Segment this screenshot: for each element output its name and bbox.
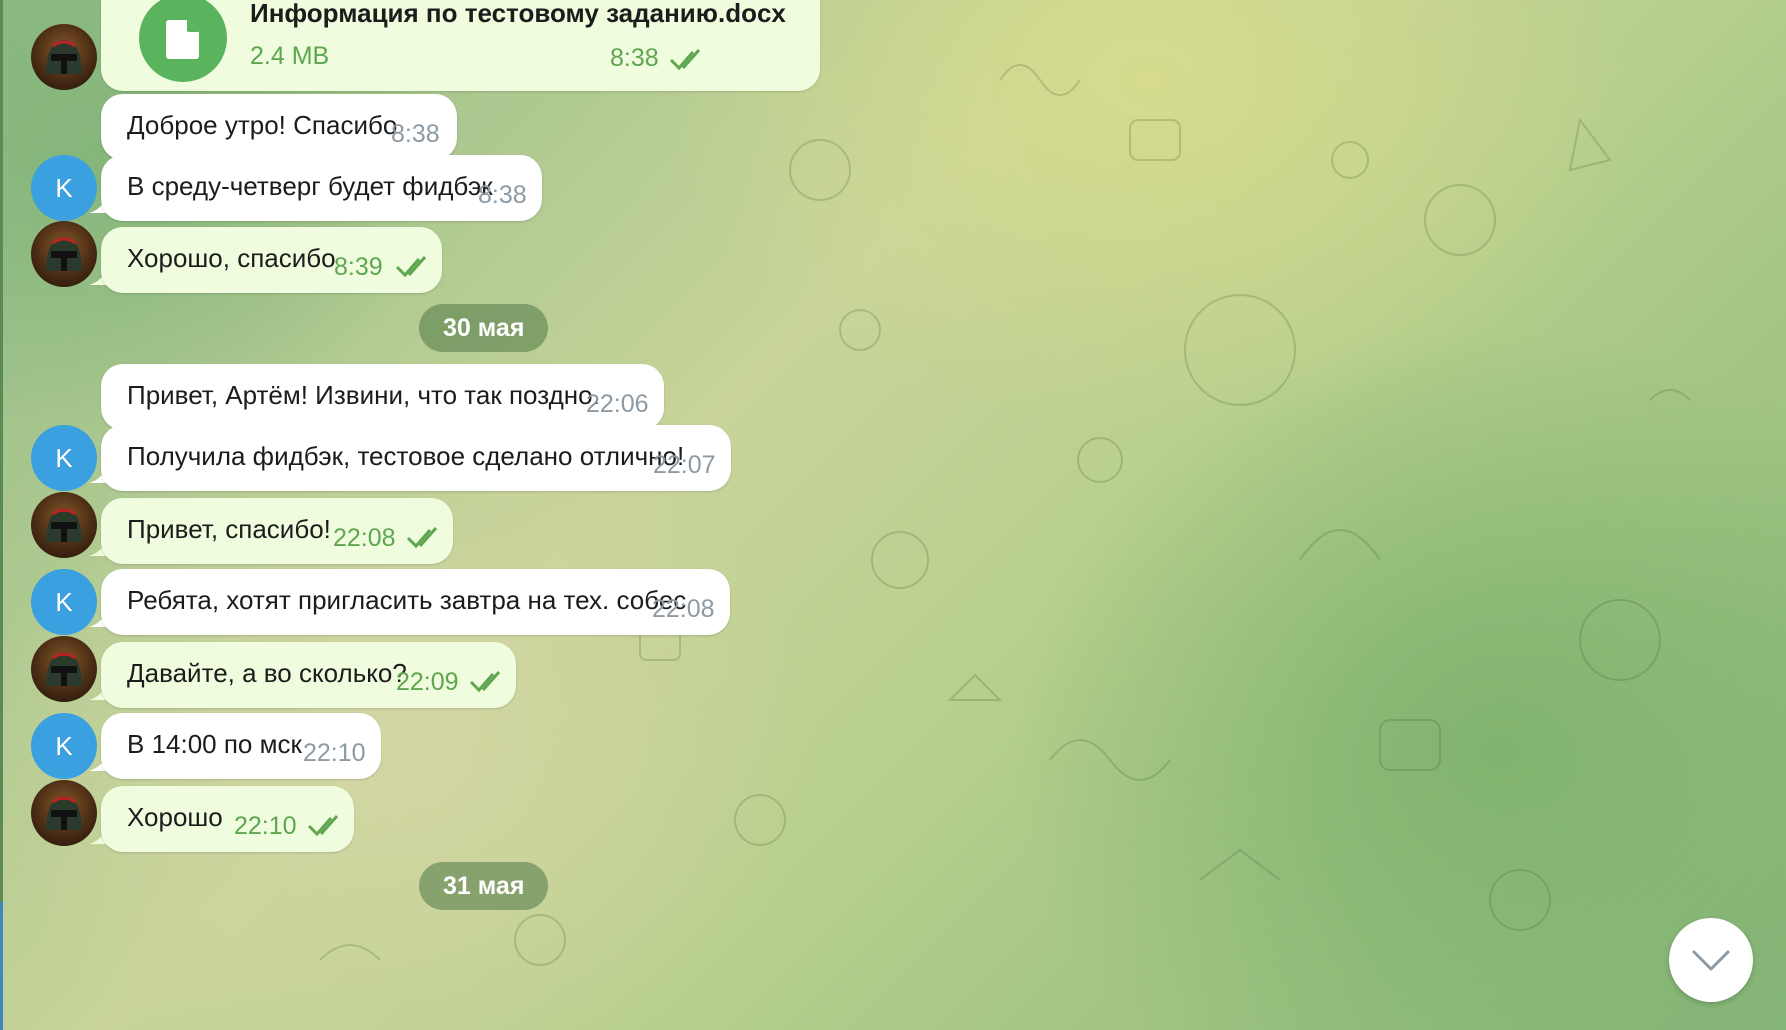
message-time: 8:39 xyxy=(334,253,383,281)
message-text: Ребята, хотят пригласить завтра на тех. … xyxy=(127,585,687,615)
avatar-letter: K xyxy=(55,730,73,761)
helmet-icon xyxy=(46,40,82,74)
message-time: 22:07 xyxy=(653,451,716,479)
date-separator: 31 мая xyxy=(419,862,549,910)
message-bubble-outgoing[interactable]: Давайте, а во сколько? 22:09 xyxy=(101,642,516,708)
message-bubble-incoming[interactable]: Получила фидбэк, тестовое сделано отличн… xyxy=(101,425,731,491)
message-text: Хорошо xyxy=(127,802,223,832)
double-check-icon xyxy=(469,671,501,693)
double-check-icon xyxy=(406,527,438,549)
message-text: В 14:00 по мск xyxy=(127,729,302,759)
message-time: 22:10 xyxy=(234,812,297,840)
double-check-icon xyxy=(307,815,339,837)
message-bubble-outgoing[interactable]: Хорошо, спасибо 8:39 xyxy=(101,227,442,293)
contact-avatar[interactable]: K xyxy=(31,155,97,221)
avatar-letter: K xyxy=(55,586,73,617)
message-bubble-outgoing[interactable]: Привет, спасибо! 22:08 xyxy=(101,498,453,564)
message-time: 8:38 xyxy=(391,120,440,148)
scroll-to-bottom-button[interactable] xyxy=(1669,918,1753,1002)
selection-indicator xyxy=(0,902,3,1030)
message-time: 22:06 xyxy=(586,390,649,418)
message-time: 22:08 xyxy=(333,524,396,552)
my-avatar[interactable] xyxy=(31,221,97,287)
my-avatar[interactable] xyxy=(31,636,97,702)
helmet-icon xyxy=(46,237,82,271)
message-text: Доброе утро! Спасибо xyxy=(127,110,398,140)
message-time: 22:08 xyxy=(652,595,715,623)
message-time: 8:38 xyxy=(610,44,659,72)
message-text: В среду-четверг будет фидбэк xyxy=(127,171,493,201)
message-time: 8:38 xyxy=(478,181,527,209)
message-time: 22:09 xyxy=(396,668,459,696)
helmet-icon xyxy=(46,652,82,686)
double-check-icon xyxy=(395,256,427,278)
document-icon[interactable] xyxy=(139,0,227,82)
chevron-down-icon xyxy=(1692,950,1730,971)
my-avatar[interactable] xyxy=(31,780,97,846)
message-text: Привет, спасибо! xyxy=(127,514,331,544)
double-check-icon xyxy=(669,49,701,71)
message-bubble-incoming[interactable]: В 14:00 по мск 22:10 xyxy=(101,713,381,779)
date-separator: 30 мая xyxy=(419,304,549,352)
avatar-letter: K xyxy=(55,172,73,203)
contact-avatar[interactable]: K xyxy=(31,425,97,491)
message-bubble-incoming[interactable]: Ребята, хотят пригласить завтра на тех. … xyxy=(101,569,730,635)
contact-avatar[interactable]: K xyxy=(31,713,97,779)
my-avatar[interactable] xyxy=(31,492,97,558)
window-left-border xyxy=(0,0,3,1030)
message-bubble-incoming[interactable]: В среду-четверг будет фидбэк 8:38 xyxy=(101,155,542,221)
helmet-icon xyxy=(46,796,82,830)
avatar-letter: K xyxy=(55,442,73,473)
message-bubble-outgoing[interactable]: Хорошо 22:10 xyxy=(101,786,354,852)
message-text: Привет, Артём! Извини, что так поздно. xyxy=(127,380,600,410)
my-avatar[interactable] xyxy=(31,24,97,90)
chat-area[interactable]: Информация по тестовому заданию.docx 2.4… xyxy=(0,0,1786,1030)
helmet-icon xyxy=(46,508,82,542)
message-text: Хорошо, спасибо xyxy=(127,243,336,273)
message-time: 22:10 xyxy=(303,739,366,767)
file-message-bubble[interactable]: Информация по тестовому заданию.docx 2.4… xyxy=(101,0,820,91)
message-text: Давайте, а во сколько? xyxy=(127,658,407,688)
message-bubble-incoming[interactable]: Доброе утро! Спасибо 8:38 xyxy=(101,94,457,160)
file-name[interactable]: Информация по тестовому заданию.docx xyxy=(250,0,786,29)
message-bubble-incoming[interactable]: Привет, Артём! Извини, что так поздно. 2… xyxy=(101,364,664,430)
contact-avatar[interactable]: K xyxy=(31,569,97,635)
message-text: Получила фидбэк, тестовое сделано отличн… xyxy=(127,441,685,471)
file-size: 2.4 MB xyxy=(250,42,330,70)
